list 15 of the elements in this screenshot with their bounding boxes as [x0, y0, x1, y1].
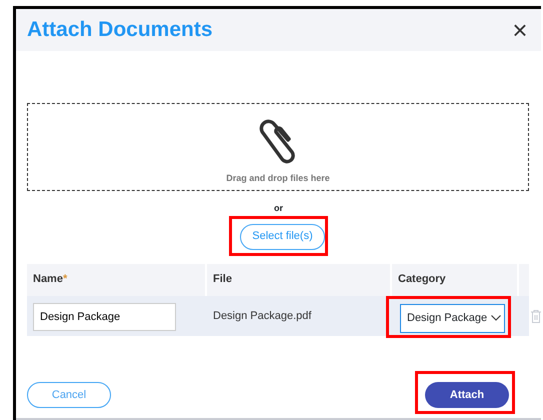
dialog-title: Attach Documents	[27, 17, 213, 44]
column-header: Name*	[27, 264, 205, 296]
caret-icon	[491, 315, 501, 321]
attach-button[interactable]: Attach	[425, 382, 509, 408]
column-header: File	[212, 272, 233, 288]
dropzone-hint: Drag and drop files here	[226, 172, 330, 185]
required-mark: *	[62, 272, 68, 288]
category-select[interactable]: Design Package	[400, 304, 505, 332]
close-button[interactable]: ×	[509, 17, 531, 43]
separator-text: or	[273, 202, 284, 215]
column-header: Category	[397, 272, 447, 288]
dropzone[interactable]: Drag and drop files here	[27, 103, 529, 191]
file-name: Design Package.pdf	[212, 309, 312, 324]
trash-icon[interactable]	[531, 310, 541, 323]
name-field[interactable]: Design Package	[33, 302, 176, 330]
